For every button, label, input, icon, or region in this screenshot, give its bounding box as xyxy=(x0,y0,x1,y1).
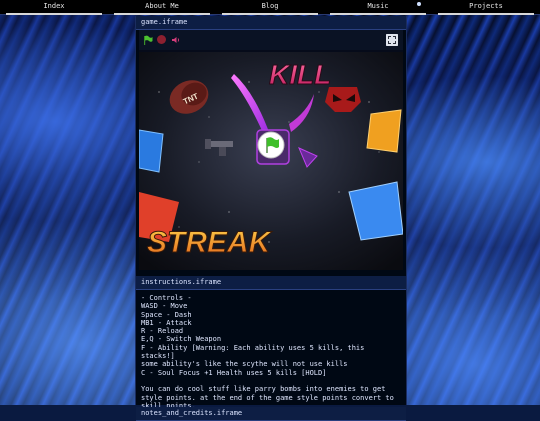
orange-shard xyxy=(366,109,402,153)
nav-projects[interactable]: Projects xyxy=(438,0,534,15)
content-column: game.iframe TNT KILL STREAK instructions… xyxy=(135,16,407,421)
game-stage[interactable]: TNT KILL STREAK xyxy=(139,52,403,270)
instructions-text: - Controls - WASD - Move Space - Dash MB… xyxy=(141,294,394,410)
game-title-kill: KILL xyxy=(269,59,331,90)
speaker-icon[interactable] xyxy=(171,35,181,45)
nav-about-me[interactable]: About Me xyxy=(114,0,210,15)
player-character xyxy=(256,129,290,165)
game-embed[interactable]: TNT KILL STREAK xyxy=(139,30,403,270)
nav-blog[interactable]: Blog xyxy=(222,0,318,15)
instructions-panel: instructions.iframe - Controls - WASD - … xyxy=(136,276,406,410)
game-title-streak: STREAK xyxy=(147,226,273,259)
game-toolbar xyxy=(139,30,403,50)
nav-indicator-icon xyxy=(417,2,421,6)
green-flag-icon[interactable] xyxy=(143,35,153,45)
notes-panel: notes_and_credits.iframe xyxy=(136,407,406,421)
game-panel-title: game.iframe xyxy=(136,16,406,30)
top-navigation: Index About Me Blog Music Projects xyxy=(0,0,540,15)
stop-icon[interactable] xyxy=(157,35,166,44)
nav-index[interactable]: Index xyxy=(6,0,102,15)
notes-panel-title: notes_and_credits.iframe xyxy=(136,407,406,421)
nav-music[interactable]: Music xyxy=(330,0,426,15)
fullscreen-icon[interactable] xyxy=(386,34,398,46)
blue-shard xyxy=(139,129,164,173)
instructions-panel-title: instructions.iframe xyxy=(136,276,406,290)
